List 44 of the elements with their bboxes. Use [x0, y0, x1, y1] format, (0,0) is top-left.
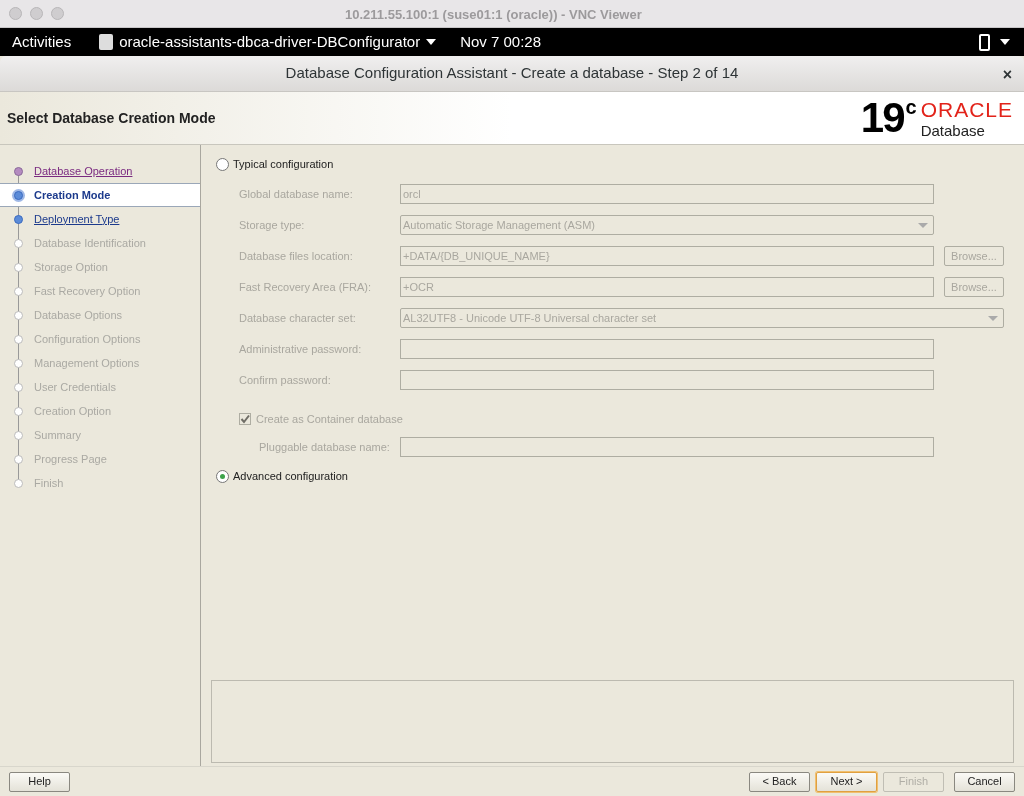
back-button[interactable]: < Back: [749, 771, 810, 792]
caret-icon[interactable]: [1000, 39, 1010, 45]
clock[interactable]: Nov 7 00:28: [460, 30, 542, 54]
page-heading: Select Database Creation Mode: [7, 108, 216, 128]
next-button[interactable]: Next >: [816, 771, 877, 792]
battery-icon[interactable]: [979, 33, 990, 51]
step-item[interactable]: Progress Page: [0, 447, 200, 471]
field-label: Database character set:: [238, 310, 357, 326]
app-menu-label: oracle-assistants-dbca-driver-DBConfigurator: [119, 31, 421, 52]
step-item[interactable]: Summary: [0, 423, 200, 447]
help-button[interactable]: Help: [9, 771, 70, 792]
step-item[interactable]: Database Operation: [0, 159, 200, 183]
field-label: Pluggable database name:: [258, 439, 391, 455]
field-label: Confirm password:: [238, 372, 332, 388]
step-item[interactable]: Creation Mode: [0, 183, 200, 207]
field-label: Database files location:: [238, 248, 354, 264]
app-menu[interactable]: oracle-assistants-dbca-driver-DBConfigurator: [99, 30, 437, 54]
window-control-icon[interactable]: [30, 7, 43, 20]
window-control-icon[interactable]: [9, 7, 22, 20]
step-item[interactable]: Creation Option: [0, 399, 200, 423]
window-control-icon[interactable]: [51, 7, 64, 20]
cancel-button[interactable]: Cancel: [954, 771, 1015, 792]
step-item[interactable]: Finish: [0, 471, 200, 495]
close-button[interactable]: ×: [1002, 63, 1012, 87]
step-item[interactable]: Fast Recovery Option: [0, 279, 200, 303]
field-label: Fast Recovery Area (FRA):: [238, 279, 373, 295]
caret-icon: [426, 39, 437, 45]
field-label: Administrative password:: [238, 341, 363, 357]
step-item[interactable]: Configuration Options: [0, 327, 200, 351]
step-item[interactable]: Deployment Type: [0, 207, 200, 231]
logo-product: Database: [920, 122, 986, 138]
step-item[interactable]: Database Options: [0, 303, 200, 327]
step-item[interactable]: Management Options: [0, 351, 200, 375]
field-label: Global database name:: [238, 186, 354, 202]
logo-brand: ORACLE: [920, 98, 1013, 120]
dialog-title: Database Configuration Assistant - Create a database - Step 2 of 14: [285, 63, 739, 84]
step-item[interactable]: User Credentials: [0, 375, 200, 399]
field-label: Storage type:: [238, 217, 306, 233]
step-item[interactable]: Storage Option: [0, 255, 200, 279]
java-app-icon: [99, 34, 114, 50]
radio-option[interactable]: Advanced configuration: [211, 467, 1014, 485]
step-item[interactable]: Database Identification: [0, 231, 200, 255]
window-title: 10.211.55.100:1 (suse01:1 (oracle)) - VNC Viewer: [345, 6, 642, 24]
activities-button[interactable]: Activities: [0, 30, 100, 54]
